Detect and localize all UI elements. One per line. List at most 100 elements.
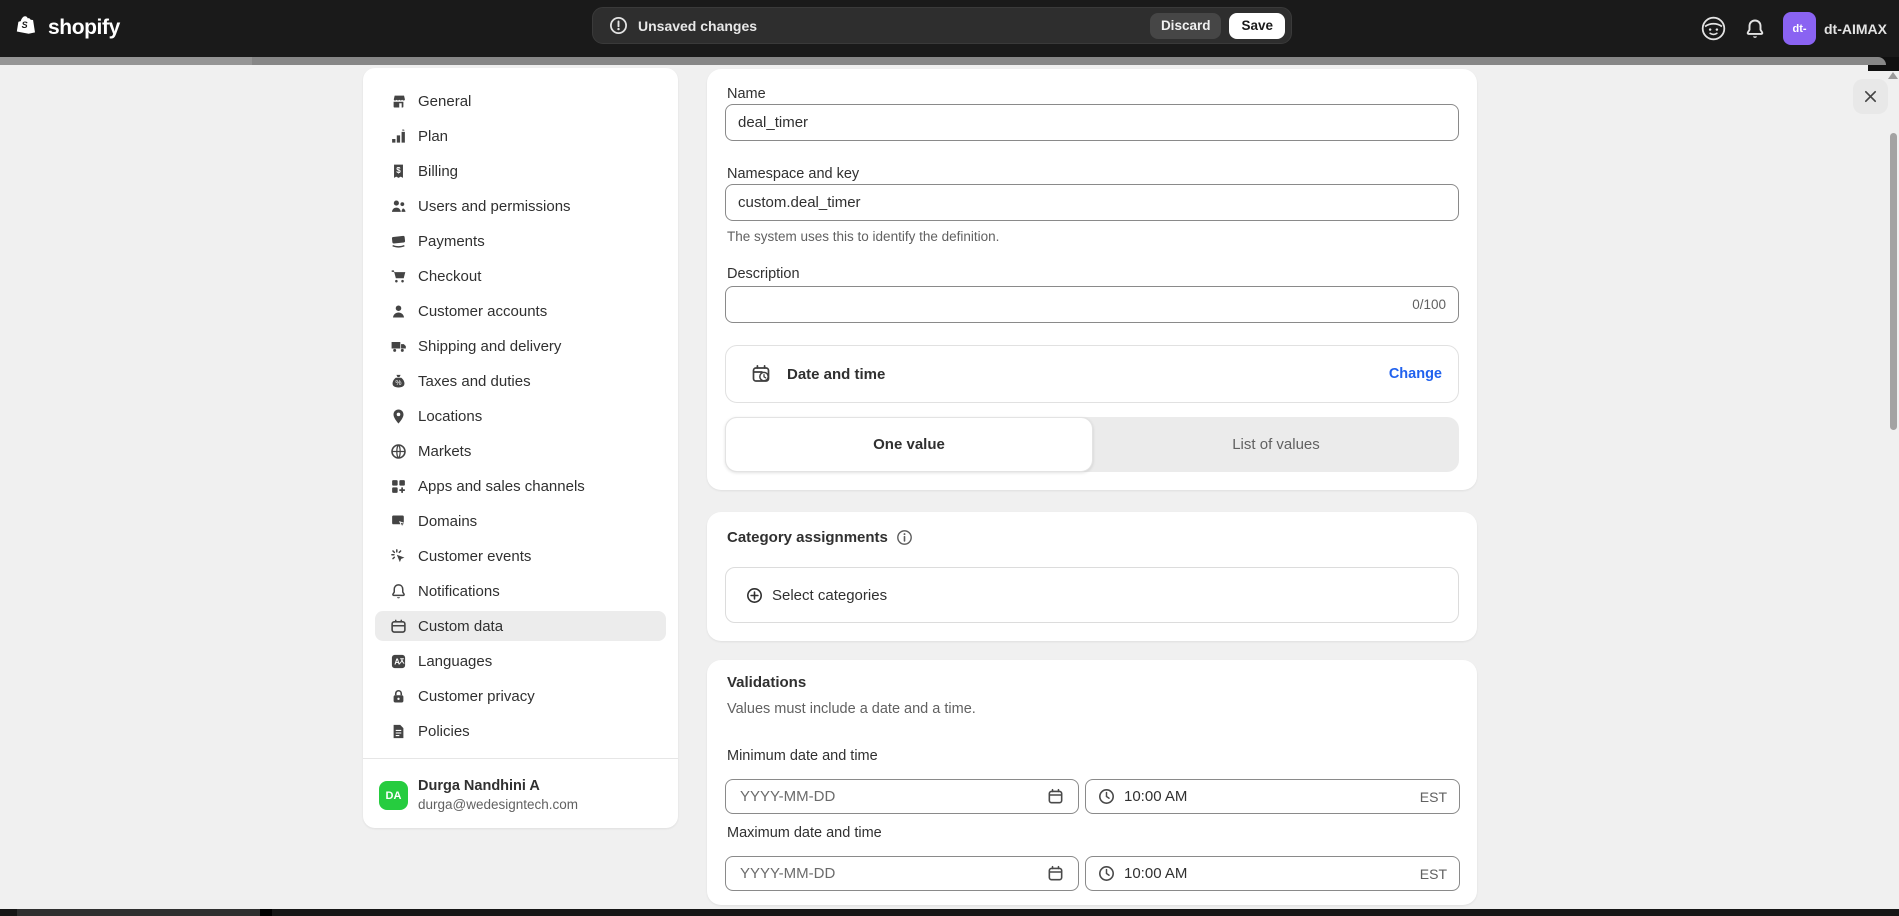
pin-icon: [390, 408, 407, 425]
sidebar-item-locations[interactable]: Locations: [375, 401, 666, 431]
user-name: Durga Nandhini A: [418, 778, 578, 794]
sidebar-item-label: Domains: [418, 513, 477, 530]
clock-icon: [1098, 788, 1115, 805]
cart-icon: [390, 268, 407, 285]
plus-circle-icon: [746, 587, 763, 604]
sidebar-item-label: Markets: [418, 443, 471, 460]
character-counter: 0/100: [1412, 297, 1446, 312]
store-avatar: dt-: [1783, 12, 1816, 45]
document-icon: [390, 723, 407, 740]
notifications-bell-icon[interactable]: [1744, 18, 1766, 40]
min-date-input[interactable]: [740, 788, 1047, 805]
window-scrollbar[interactable]: [1890, 133, 1897, 430]
app-face-icon[interactable]: [1700, 15, 1727, 42]
namespace-input[interactable]: [725, 184, 1459, 221]
name-label: Name: [727, 86, 766, 102]
namespace-helper-text: The system uses this to identify the def…: [727, 229, 999, 244]
validations-card: Validations Values must include a date a…: [707, 660, 1477, 905]
sidebar-item-languages[interactable]: Languages: [375, 646, 666, 676]
shopify-bag-icon: [14, 14, 41, 41]
bell-icon: [390, 583, 407, 600]
one-value-option[interactable]: One value: [725, 417, 1093, 472]
sidebar-item-label: Payments: [418, 233, 485, 250]
taskbar-strip: [0, 909, 1899, 916]
content-type-label: Date and time: [787, 366, 1389, 383]
sidebar-item-general[interactable]: General: [375, 86, 666, 116]
sidebar-item-label: Apps and sales channels: [418, 478, 585, 495]
sidebar-item-label: Customer accounts: [418, 303, 547, 320]
max-time-field: EST: [1085, 856, 1460, 891]
sidebar-item-taxes-and-duties[interactable]: Taxes and duties: [375, 366, 666, 396]
sidebar-item-label: Customer privacy: [418, 688, 535, 705]
truck-icon: [390, 338, 407, 355]
save-button[interactable]: Save: [1229, 13, 1285, 39]
unsaved-changes-bar: Unsaved changes Discard Save: [592, 7, 1292, 44]
discard-button[interactable]: Discard: [1150, 13, 1222, 39]
sidebar-item-checkout[interactable]: Checkout: [375, 261, 666, 291]
unsaved-changes-label: Unsaved changes: [638, 18, 1150, 34]
sidebar-item-label: Notifications: [418, 583, 500, 600]
min-time-input[interactable]: [1124, 788, 1420, 805]
translate-icon: [390, 653, 407, 670]
info-icon[interactable]: [896, 529, 913, 546]
sidebar-item-billing[interactable]: Billing: [375, 156, 666, 186]
account-summary[interactable]: DA Durga Nandhini A durga@wedesigntech.c…: [379, 778, 578, 812]
sidebar-item-label: Locations: [418, 408, 482, 425]
sidebar-item-markets[interactable]: Markets: [375, 436, 666, 466]
sidebar-item-custom-data[interactable]: Custom data: [375, 611, 666, 641]
list-of-values-option[interactable]: List of values: [1093, 417, 1459, 472]
content-type-row: Date and time Change: [725, 345, 1459, 403]
sidebar-item-users-and-permissions[interactable]: Users and permissions: [375, 191, 666, 221]
sidebar-item-label: Billing: [418, 163, 458, 180]
sidebar-item-policies[interactable]: Policies: [375, 716, 666, 746]
max-date-input[interactable]: [740, 865, 1047, 882]
user-avatar: DA: [379, 781, 408, 810]
max-date-time-label: Maximum date and time: [727, 825, 882, 841]
sidebar-item-label: Policies: [418, 723, 470, 740]
sidebar-item-shipping-and-delivery[interactable]: Shipping and delivery: [375, 331, 666, 361]
sidebar-item-notifications[interactable]: Notifications: [375, 576, 666, 606]
calendar-icon[interactable]: [1047, 865, 1064, 882]
calendar-icon[interactable]: [1047, 788, 1064, 805]
validations-subtitle: Values must include a date and a time.: [727, 701, 976, 717]
sidebar-item-apps-and-sales-channels[interactable]: Apps and sales channels: [375, 471, 666, 501]
globe-icon: [390, 443, 407, 460]
store-name: dt-AIMAX: [1824, 21, 1887, 37]
sidebar-item-domains[interactable]: Domains: [375, 506, 666, 536]
sidebar-item-payments[interactable]: Payments: [375, 226, 666, 256]
min-timezone-label: EST: [1420, 789, 1447, 805]
close-settings-button[interactable]: [1853, 79, 1888, 114]
sidebar-divider: [363, 758, 678, 759]
sidebar-item-customer-privacy[interactable]: Customer privacy: [375, 681, 666, 711]
description-input[interactable]: [738, 296, 1412, 313]
sidebar-item-customer-events[interactable]: Customer events: [375, 541, 666, 571]
sidebar-item-label: Customer events: [418, 548, 531, 565]
calendar-clock-icon: [751, 364, 771, 384]
sidebar-item-plan[interactable]: Plan: [375, 121, 666, 151]
max-time-input[interactable]: [1124, 865, 1420, 882]
shopify-logo[interactable]: shopify: [14, 14, 120, 41]
description-label: Description: [727, 266, 800, 282]
users-icon: [390, 198, 407, 215]
cursor-click-icon: [390, 548, 407, 565]
sidebar-item-customer-accounts[interactable]: Customer accounts: [375, 296, 666, 326]
store-menu[interactable]: dt- dt-AIMAX: [1783, 12, 1887, 45]
settings-nav-list: General Plan Billing Users and permissions P…: [375, 86, 666, 751]
cardinality-toggle: One value List of values: [725, 417, 1459, 472]
select-categories-button[interactable]: Select categories: [725, 567, 1459, 623]
sidebar-item-label: Shipping and delivery: [418, 338, 561, 355]
scrolled-page-edge: [0, 57, 1886, 65]
scrollbar-up-arrow[interactable]: [1888, 72, 1898, 79]
person-icon: [390, 303, 407, 320]
shopify-logo-text: shopify: [48, 16, 120, 40]
max-timezone-label: EST: [1420, 866, 1447, 882]
alert-icon: [609, 16, 628, 35]
settings-sidebar: General Plan Billing Users and permissions P…: [363, 68, 678, 828]
min-time-field: EST: [1085, 779, 1460, 814]
custom-data-icon: [390, 618, 407, 635]
change-type-link[interactable]: Change: [1389, 366, 1442, 382]
domains-icon: [390, 513, 407, 530]
name-input[interactable]: [725, 104, 1459, 141]
sidebar-item-label: Custom data: [418, 618, 503, 635]
taxes-icon: [390, 373, 407, 390]
